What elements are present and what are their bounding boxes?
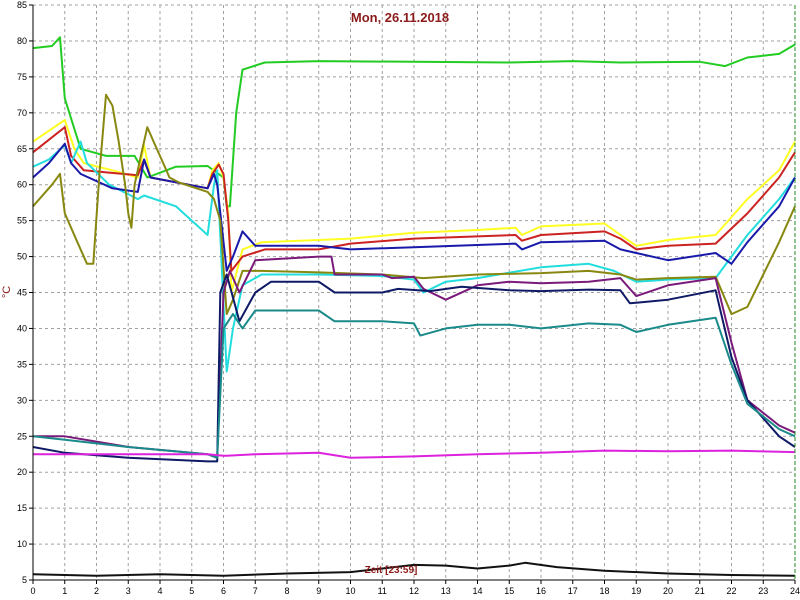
x-tick-label: 12: [409, 586, 419, 596]
chart-svg: 0 1 2 3 4 5 6 7 8 9 10 11 12 13 14 15 16 17 18 19 20 21 22 23 24…: [0, 0, 800, 600]
y-tick-label: 30: [17, 395, 27, 405]
y-tick-label: 25: [17, 431, 27, 441]
y-tick-label: 80: [17, 36, 27, 46]
y-tick-label: 10: [17, 539, 27, 549]
chart-title: Mon, 26.11.2018: [351, 10, 449, 25]
y-tick-label: 20: [17, 467, 27, 477]
y-tick-label: 35: [17, 359, 27, 369]
y-tick-label: 75: [17, 72, 27, 82]
x-tick-label: 15: [504, 586, 514, 596]
temperature-chart: 0 1 2 3 4 5 6 7 8 9 10 11 12 13 14 15 16 17 18 19 20 21 22 23 24…: [0, 0, 800, 600]
x-tick-label: 3: [126, 586, 131, 596]
x-tick-label: 4: [157, 586, 162, 596]
chart-background: [0, 0, 800, 600]
x-tick-label: 1: [62, 586, 67, 596]
x-tick-label: 11: [378, 586, 387, 596]
y-tick-label: 5: [22, 575, 27, 585]
x-tick-label: 17: [568, 586, 578, 596]
y-tick-label: 45: [17, 288, 27, 298]
y-tick-label: 50: [17, 252, 27, 262]
y-tick-label: 40: [17, 323, 27, 333]
y-tick-label: 55: [17, 216, 27, 226]
x-tick-label: 8: [284, 586, 289, 596]
x-tick-label: 24: [790, 586, 800, 596]
x-tick-label: 21: [695, 586, 705, 596]
y-tick-label: 85: [17, 0, 27, 10]
x-tick-label: 16: [536, 586, 546, 596]
x-tick-label: 14: [472, 586, 482, 596]
x-tick-label: 13: [441, 586, 451, 596]
y-tick-label: 15: [17, 503, 27, 513]
x-tick-label: 10: [345, 586, 355, 596]
y-tick-label: 65: [17, 144, 27, 154]
x-tick-label: 18: [599, 586, 609, 596]
x-tick-label: 23: [758, 586, 768, 596]
x-tick-label: 22: [726, 586, 736, 596]
y-tick-label: 70: [17, 108, 27, 118]
x-tick-label: 6: [221, 586, 226, 596]
x-tick-label: 0: [30, 586, 35, 596]
x-tick-label: 2: [94, 586, 99, 596]
x-tick-label: 20: [663, 586, 673, 596]
x-tick-label: 5: [189, 586, 194, 596]
y-tick-label: 60: [17, 180, 27, 190]
x-tick-label: 7: [253, 586, 258, 596]
x-tick-label: 19: [631, 586, 641, 596]
x-tick-label: 9: [316, 586, 321, 596]
time-annotation: Zeit [23:59]: [365, 565, 418, 576]
y-axis-label: °C: [1, 286, 13, 298]
